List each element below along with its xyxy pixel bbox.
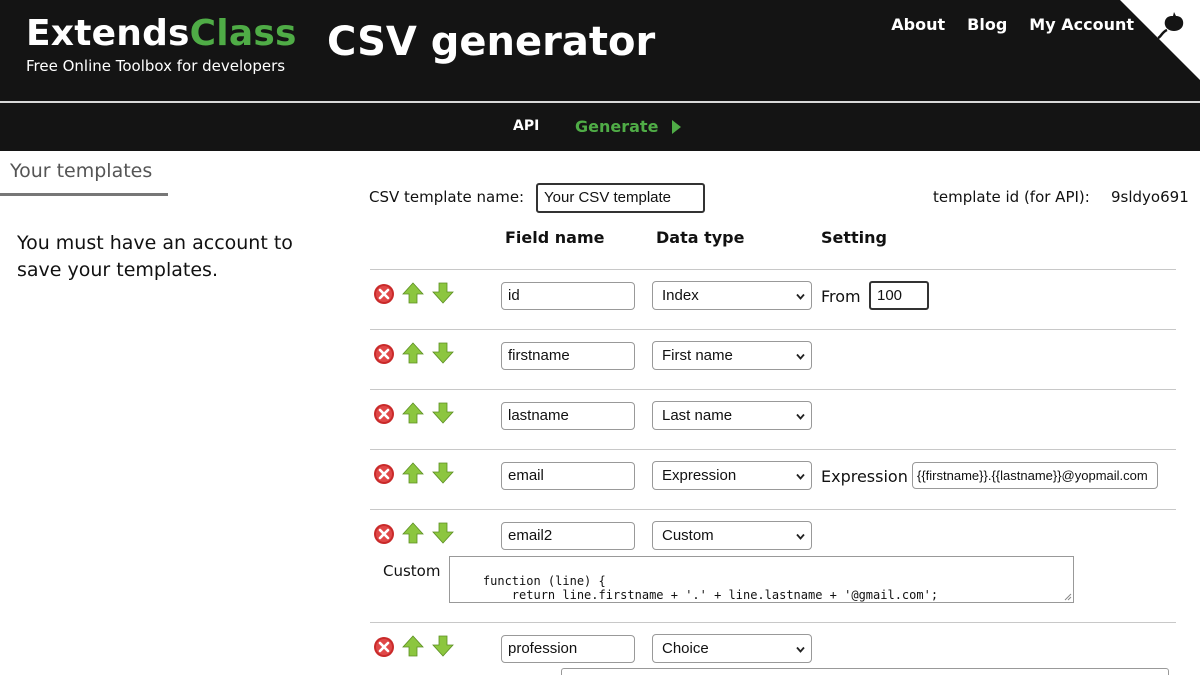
sub-nav: API Generate bbox=[0, 103, 1200, 151]
arrow-down-icon[interactable] bbox=[432, 402, 454, 424]
column-header-field-name: Field name bbox=[505, 228, 605, 247]
delete-icon[interactable] bbox=[373, 523, 395, 545]
logo-text-extends: Extends bbox=[26, 13, 190, 54]
setting-label-from: From bbox=[821, 287, 861, 306]
site-tagline: Free Online Toolbox for developers bbox=[26, 57, 286, 75]
nav-my-account-link[interactable]: My Account bbox=[1029, 15, 1134, 34]
data-type-value: Expression bbox=[662, 467, 737, 484]
data-type-select[interactable]: Last name bbox=[652, 401, 812, 430]
delete-icon[interactable] bbox=[373, 343, 395, 365]
data-type-select[interactable]: Index bbox=[652, 281, 812, 310]
custom-function-textarea[interactable]: function (line) { return line.firstname … bbox=[449, 556, 1074, 603]
data-type-select[interactable]: Choice bbox=[652, 634, 812, 663]
row-divider bbox=[370, 449, 1176, 450]
site-header: ExtendsClass Free Online Toolbox for dev… bbox=[0, 0, 1200, 101]
generate-button[interactable]: Generate bbox=[575, 117, 682, 136]
template-name-label: CSV template name: bbox=[369, 188, 525, 206]
setting-label-expression: Expression bbox=[821, 467, 908, 486]
resize-grip-icon[interactable] bbox=[1064, 593, 1072, 601]
data-type-select[interactable]: Expression bbox=[652, 461, 812, 490]
arrow-up-icon[interactable] bbox=[402, 522, 424, 544]
arrow-down-icon[interactable] bbox=[432, 462, 454, 484]
field-name-input[interactable]: id bbox=[501, 282, 635, 310]
field-name-input[interactable]: email2 bbox=[501, 522, 635, 550]
column-header-setting: Setting bbox=[821, 228, 887, 247]
chevron-down-icon bbox=[796, 293, 805, 300]
nav-about-link[interactable]: About bbox=[891, 15, 945, 34]
data-type-value: Custom bbox=[662, 527, 714, 544]
chevron-down-icon bbox=[796, 533, 805, 540]
delete-icon[interactable] bbox=[373, 283, 395, 305]
row-divider bbox=[370, 329, 1176, 330]
template-id-label: template id (for API): bbox=[933, 188, 1090, 206]
site-logo[interactable]: ExtendsClass bbox=[26, 14, 297, 54]
column-header-data-type: Data type bbox=[656, 228, 745, 247]
top-nav: About Blog My Account bbox=[891, 15, 1134, 34]
custom-label: Custom bbox=[383, 562, 441, 580]
chevron-down-icon bbox=[796, 646, 805, 653]
arrow-up-icon[interactable] bbox=[402, 635, 424, 657]
chevron-down-icon bbox=[796, 473, 805, 480]
data-type-value: Last name bbox=[662, 407, 733, 424]
custom-function-code: function (line) { return line.firstname … bbox=[482, 574, 939, 602]
template-name-input[interactable]: Your CSV template bbox=[536, 183, 705, 213]
field-name-input[interactable]: email bbox=[501, 462, 635, 490]
logo-text-class: Class bbox=[189, 13, 297, 54]
index-from-input[interactable]: 100 bbox=[869, 281, 929, 310]
tab-your-templates[interactable]: Your templates bbox=[0, 158, 168, 196]
field-name-input[interactable]: profession bbox=[501, 635, 635, 663]
data-type-value: First name bbox=[662, 347, 733, 364]
expression-input[interactable]: {{firstname}}.{{lastname}}@yopmail.com bbox=[912, 462, 1158, 489]
data-type-value: Index bbox=[662, 287, 699, 304]
row-divider bbox=[370, 509, 1176, 510]
field-name-input[interactable]: firstname bbox=[501, 342, 635, 370]
field-name-input[interactable]: lastname bbox=[501, 402, 635, 430]
arrow-up-icon[interactable] bbox=[402, 462, 424, 484]
arrow-up-icon[interactable] bbox=[402, 402, 424, 424]
github-icon[interactable] bbox=[1120, 0, 1200, 80]
arrow-up-icon[interactable] bbox=[402, 342, 424, 364]
arrow-up-icon[interactable] bbox=[402, 282, 424, 304]
template-id-value: 9sldyo691 bbox=[1111, 188, 1189, 206]
chevron-down-icon bbox=[796, 353, 805, 360]
page-title: CSV generator bbox=[327, 19, 656, 65]
delete-icon[interactable] bbox=[373, 403, 395, 425]
row-divider bbox=[370, 622, 1176, 623]
arrow-down-icon[interactable] bbox=[432, 635, 454, 657]
row-divider bbox=[370, 269, 1176, 270]
delete-icon[interactable] bbox=[373, 463, 395, 485]
data-type-select[interactable]: Custom bbox=[652, 521, 812, 550]
data-type-value: Choice bbox=[662, 640, 709, 657]
arrow-down-icon[interactable] bbox=[432, 282, 454, 304]
generate-label: Generate bbox=[575, 117, 659, 136]
api-link[interactable]: API bbox=[513, 118, 539, 134]
tab-your-templates-label: Your templates bbox=[10, 160, 153, 182]
play-icon bbox=[672, 119, 682, 134]
account-required-message: You must have an account to save your te… bbox=[17, 232, 293, 281]
chevron-down-icon bbox=[796, 413, 805, 420]
choice-values-input[interactable] bbox=[561, 668, 1169, 675]
arrow-down-icon[interactable] bbox=[432, 342, 454, 364]
nav-blog-link[interactable]: Blog bbox=[967, 15, 1007, 34]
arrow-down-icon[interactable] bbox=[432, 522, 454, 544]
delete-icon[interactable] bbox=[373, 636, 395, 658]
data-type-select[interactable]: First name bbox=[652, 341, 812, 370]
row-divider bbox=[370, 389, 1176, 390]
